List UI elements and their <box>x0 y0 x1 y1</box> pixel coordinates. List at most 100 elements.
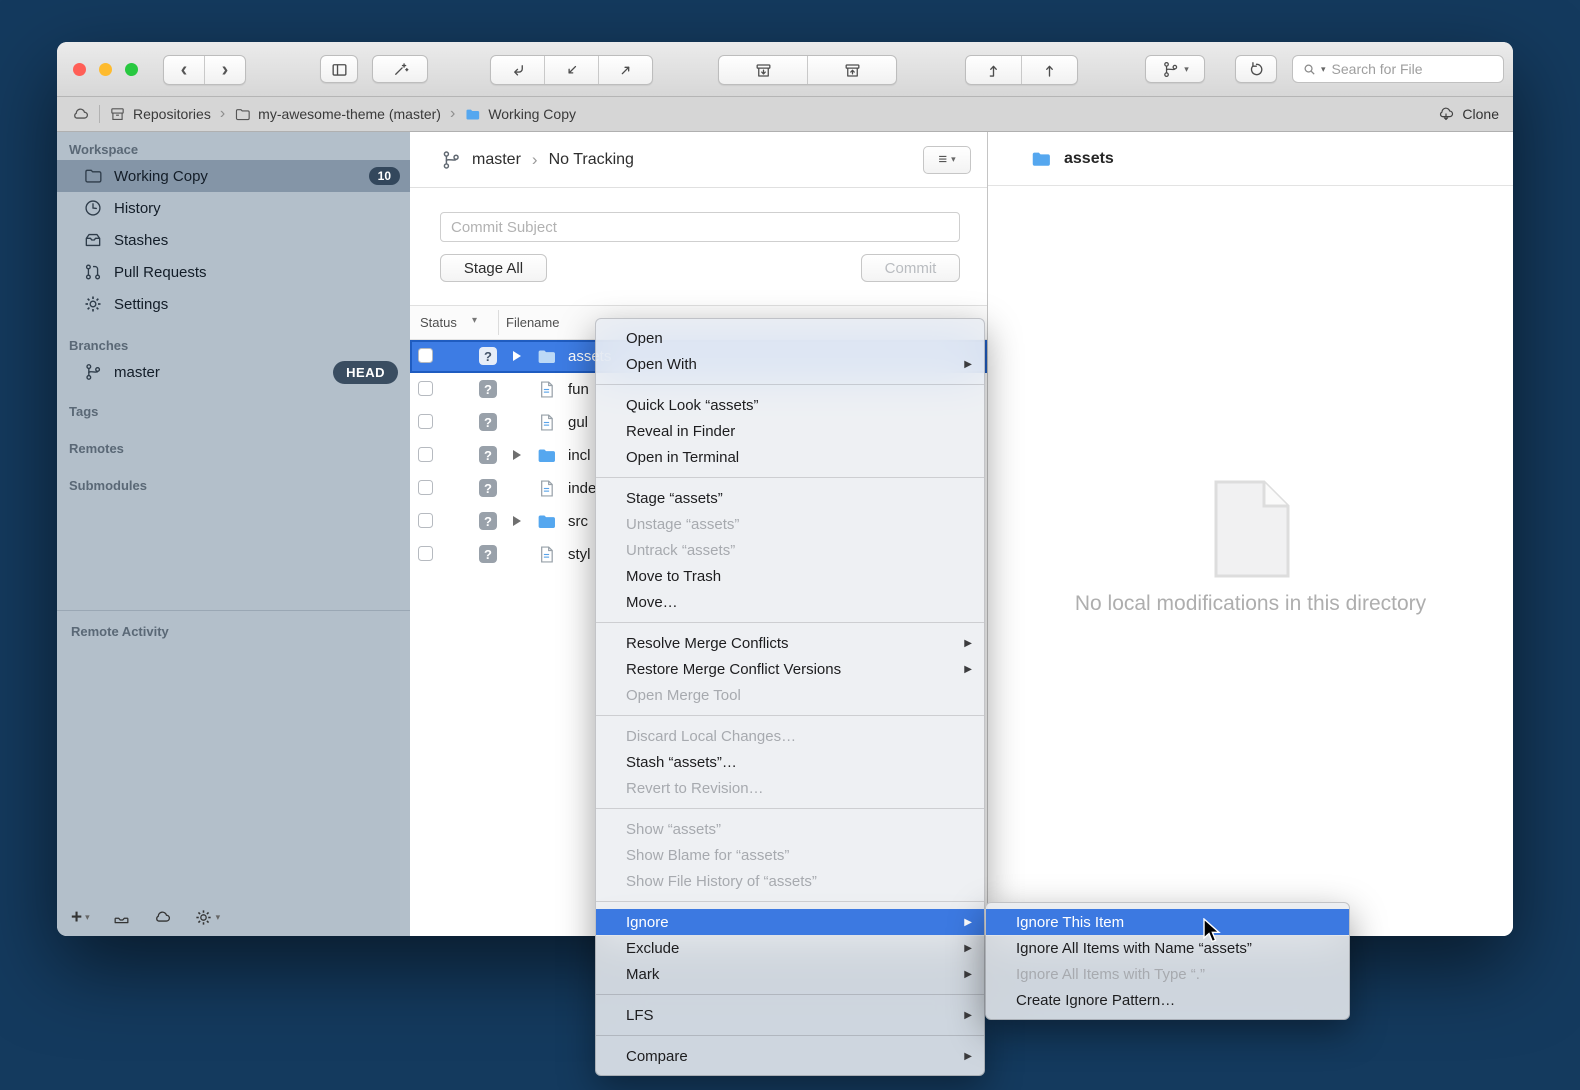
sidebar-item-working-copy[interactable]: Working Copy 10 <box>57 160 410 192</box>
cloud-download-icon <box>1437 105 1455 123</box>
add-repository-button[interactable]: + ▾ <box>71 908 90 927</box>
repositories-icon <box>109 106 126 123</box>
menu-item-quick-look[interactable]: Quick Look “assets” <box>596 392 984 418</box>
apply-stash-toolbar-button[interactable] <box>807 56 896 84</box>
zoom-window-button[interactable] <box>125 63 138 76</box>
breadcrumb-separator-icon: › <box>450 105 455 123</box>
search-icon <box>1302 62 1317 77</box>
arrow-up-right-icon <box>616 61 635 80</box>
submenu-arrow-icon: ▶ <box>964 664 972 675</box>
breadcrumb-item-repo[interactable]: my-awesome-theme (master) <box>234 106 441 123</box>
submenu-item-create-ignore-pattern[interactable]: Create Ignore Pattern… <box>986 987 1349 1013</box>
sidebar-item-pull-requests[interactable]: Pull Requests <box>57 256 410 288</box>
submenu-arrow-icon: ▶ <box>964 943 972 954</box>
menu-item-exclude[interactable]: Exclude▶ <box>596 935 984 961</box>
column-header-filename[interactable]: Filename <box>506 315 559 330</box>
menu-item-ignore[interactable]: Ignore▶ <box>596 909 984 935</box>
undo-circle-icon <box>1247 60 1266 79</box>
menu-item-unstage: Unstage “assets” <box>596 511 984 537</box>
menu-item-revert-to-revision: Revert to Revision… <box>596 775 984 801</box>
menu-item-open-with[interactable]: Open With▶ <box>596 351 984 377</box>
push-toolbar-button[interactable] <box>966 56 1021 84</box>
chevron-down-icon: ▾ <box>951 155 956 164</box>
sidebar-item-history[interactable]: History <box>57 192 410 224</box>
current-branch-label: master <box>472 151 521 169</box>
disclosure-triangle-icon[interactable] <box>513 351 521 361</box>
sidebar-item-stashes[interactable]: Stashes <box>57 224 410 256</box>
settings-gear-button[interactable]: ▾ <box>194 908 221 927</box>
undo-toolbar-button[interactable] <box>1235 55 1277 83</box>
merge-toolbar-button[interactable] <box>491 56 544 84</box>
disclosure-triangle-icon[interactable] <box>513 450 521 460</box>
search-input[interactable] <box>1330 60 1494 78</box>
stage-checkbox[interactable] <box>418 414 433 429</box>
panel-view-button[interactable] <box>320 55 358 83</box>
magic-wand-icon <box>391 60 410 79</box>
menu-item-resolve-merge-conflicts[interactable]: Resolve Merge Conflicts▶ <box>596 630 984 656</box>
push-branch-toolbar-button[interactable] <box>598 56 652 84</box>
file-icon <box>536 412 557 433</box>
branch-bar: master › No Tracking ≡ ▾ <box>410 132 987 188</box>
submenu-arrow-icon: ▶ <box>964 1010 972 1021</box>
gear-icon <box>83 294 103 314</box>
commit-button: Commit <box>861 254 960 282</box>
menu-item-discard-local-changes: Discard Local Changes… <box>596 723 984 749</box>
sidebar-item-settings[interactable]: Settings <box>57 288 410 320</box>
box-arrow-up-icon <box>843 61 862 80</box>
cloud-button[interactable] <box>153 908 172 927</box>
menu-item-lfs[interactable]: LFS▶ <box>596 1002 984 1028</box>
stage-checkbox[interactable] <box>418 447 433 462</box>
breadcrumb-item-repositories[interactable]: Repositories <box>109 106 211 123</box>
menu-item-restore-merge-conflict-versions[interactable]: Restore Merge Conflict Versions▶ <box>596 656 984 682</box>
stage-checkbox[interactable] <box>418 513 433 528</box>
stage-checkbox[interactable] <box>418 348 433 363</box>
submenu-item-ignore-this-item[interactable]: Ignore This Item <box>986 909 1349 935</box>
menu-item-open[interactable]: Open <box>596 325 984 351</box>
stage-all-button[interactable]: Stage All <box>440 254 547 282</box>
sidebar-divider <box>57 610 410 611</box>
ignore-submenu: Ignore This Item Ignore All Items with N… <box>985 902 1350 1020</box>
menu-item-stash[interactable]: Stash “assets”… <box>596 749 984 775</box>
quick-actions-button[interactable] <box>372 55 428 83</box>
stash-toolbar-button[interactable] <box>719 56 807 84</box>
file-search-field[interactable]: ▾ <box>1292 55 1504 83</box>
minimize-window-button[interactable] <box>99 63 112 76</box>
stage-checkbox[interactable] <box>418 381 433 396</box>
chevron-down-icon: ▾ <box>216 913 221 922</box>
clock-icon <box>83 198 103 218</box>
menu-item-mark[interactable]: Mark▶ <box>596 961 984 987</box>
commit-subject-input[interactable] <box>440 212 960 242</box>
menu-item-open-in-terminal[interactable]: Open in Terminal <box>596 444 984 470</box>
stage-checkbox[interactable] <box>418 480 433 495</box>
sidebar-item-branch-master[interactable]: master HEAD <box>57 356 410 388</box>
submenu-arrow-icon: ▶ <box>964 969 972 980</box>
sidebar-header-submodules: Submodules <box>57 471 410 499</box>
menu-separator <box>596 477 984 478</box>
branch-menu-button[interactable]: ▾ <box>1145 55 1205 83</box>
clone-button[interactable]: Clone <box>1437 105 1499 123</box>
checkout-toolbar-button[interactable] <box>544 56 598 84</box>
list-icon: ≡ <box>938 152 947 167</box>
menu-item-move-to-trash[interactable]: Move to Trash <box>596 563 984 589</box>
stage-checkbox[interactable] <box>418 546 433 561</box>
menu-item-reveal-in-finder[interactable]: Reveal in Finder <box>596 418 984 444</box>
sidebar-header-remote-activity: Remote Activity <box>71 624 169 639</box>
cloud-icon[interactable] <box>71 105 90 124</box>
inbox-tray-button[interactable] <box>112 908 131 927</box>
disclosure-triangle-icon[interactable] <box>513 516 521 526</box>
breadcrumb-item-working-copy[interactable]: Working Copy <box>464 106 576 123</box>
close-window-button[interactable] <box>73 63 86 76</box>
menu-item-stage[interactable]: Stage “assets” <box>596 485 984 511</box>
menu-item-move[interactable]: Move… <box>596 589 984 615</box>
menu-item-compare[interactable]: Compare▶ <box>596 1043 984 1069</box>
fetch-toolbar-button[interactable] <box>1021 56 1077 84</box>
sidebar: Workspace Working Copy 10 History <box>57 132 410 936</box>
forward-button[interactable]: › <box>204 56 245 84</box>
list-view-options-button[interactable]: ≡ ▾ <box>923 146 971 174</box>
breadcrumb-separator-icon: › <box>220 105 225 123</box>
blue-folder-icon <box>464 106 481 123</box>
back-button[interactable]: ‹ <box>164 56 204 84</box>
submenu-item-ignore-all-items-with-name[interactable]: Ignore All Items with Name “assets” <box>986 935 1349 961</box>
column-header-status[interactable]: Status <box>420 315 457 330</box>
folder-icon <box>83 166 103 186</box>
